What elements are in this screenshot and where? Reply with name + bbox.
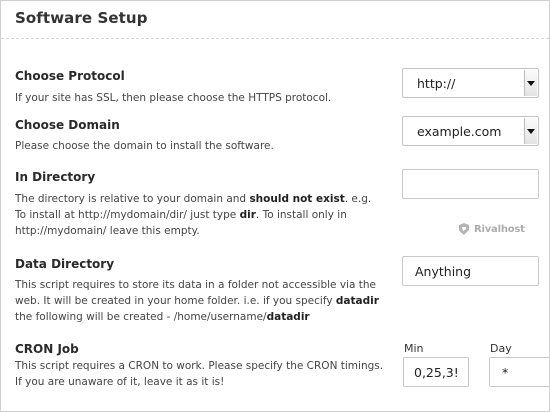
- data-directory-desc-emphasis: datadir: [335, 295, 379, 307]
- chevron-down-icon[interactable]: [524, 70, 537, 96]
- chevron-down-icon[interactable]: [524, 118, 537, 144]
- protocol-label: Choose Protocol: [15, 69, 125, 83]
- watermark-text: Rivalhost: [474, 223, 525, 235]
- cron-day-input[interactable]: [489, 357, 549, 387]
- directory-input[interactable]: [402, 169, 539, 199]
- directory-label: In Directory: [15, 170, 96, 184]
- rivalhost-watermark: Rivalhost: [457, 222, 525, 236]
- data-directory-label: Data Directory: [15, 257, 115, 271]
- data-directory-desc-text: This script requires to store its data i…: [15, 279, 376, 307]
- directory-desc-emphasis: should not exist: [249, 193, 345, 205]
- page-title: Software Setup: [15, 9, 148, 27]
- data-directory-description: This script requires to store its data i…: [15, 277, 385, 325]
- data-directory-input[interactable]: [402, 256, 539, 286]
- domain-select-value: example.com: [417, 124, 502, 139]
- cron-description: This script requires a CRON to work. Ple…: [15, 360, 384, 388]
- domain-description: Please choose the domain to install the …: [15, 140, 274, 152]
- domain-select[interactable]: example.com: [402, 116, 539, 146]
- cron-min-label: Min: [404, 342, 424, 355]
- cron-min-input[interactable]: [403, 357, 469, 387]
- directory-description: The directory is relative to your domain…: [15, 191, 385, 239]
- protocol-description: If your site has SSL, then please choose…: [15, 92, 332, 104]
- title-divider: [1, 38, 549, 39]
- protocol-select[interactable]: http://: [402, 68, 539, 98]
- data-directory-desc-text: the following will be created - /home/us…: [15, 311, 267, 323]
- cron-label: CRON Job: [15, 342, 79, 356]
- protocol-select-value: http://: [417, 76, 456, 91]
- rivalhost-logo-icon: [459, 223, 469, 235]
- directory-desc-text: The directory is relative to your domain…: [15, 193, 250, 205]
- directory-desc-emphasis: dir: [239, 209, 256, 221]
- software-setup-panel: Software Setup Choose Protocol If your s…: [0, 0, 550, 412]
- data-directory-desc-emphasis: datadir: [266, 311, 310, 323]
- cron-day-label: Day: [490, 342, 512, 355]
- domain-label: Choose Domain: [15, 118, 120, 132]
